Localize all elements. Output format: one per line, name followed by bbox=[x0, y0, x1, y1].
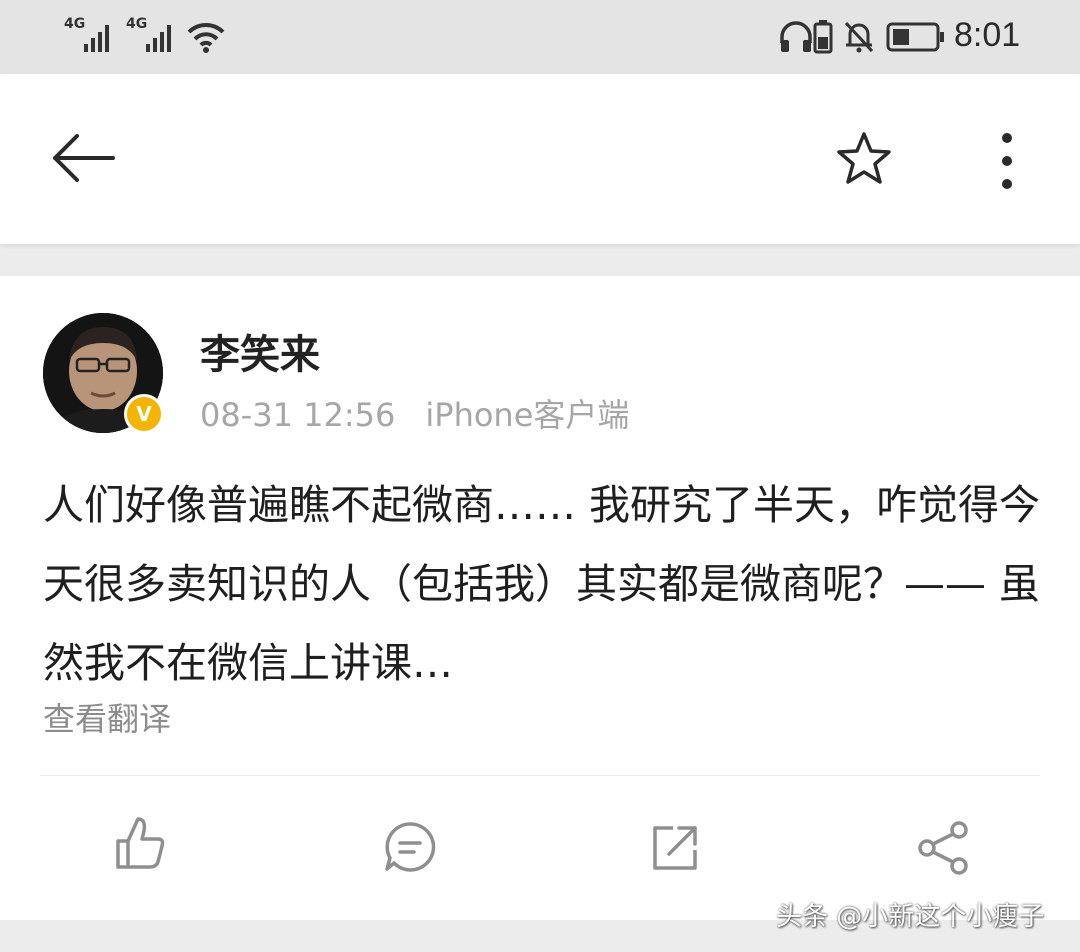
share-icon[interactable] bbox=[916, 820, 972, 876]
divider bbox=[40, 775, 1040, 776]
mute-icon bbox=[844, 21, 874, 53]
post-date: 08-31 12:56 bbox=[200, 396, 396, 434]
author-name[interactable]: 李笑来 bbox=[200, 322, 320, 380]
watermark: 头条 @小新这个小瘦子 bbox=[776, 902, 1045, 932]
post-text[interactable]: 人们好像普遍瞧不起微商…… 我研究了半天，咋觉得今天很多卖知识的人（包括我）其实… bbox=[43, 466, 1043, 703]
headphones-icon bbox=[780, 21, 812, 52]
verified-badge: V bbox=[124, 394, 164, 434]
comment-icon[interactable] bbox=[383, 820, 437, 874]
wifi-icon bbox=[187, 22, 225, 53]
battery-icon bbox=[886, 22, 944, 52]
repost-icon[interactable] bbox=[649, 822, 701, 874]
signal-icon bbox=[84, 25, 109, 52]
sim-battery-icon bbox=[813, 20, 833, 54]
star-outline-icon[interactable] bbox=[835, 131, 893, 187]
arrow-left-icon[interactable] bbox=[51, 133, 117, 183]
post-meta: 08-31 12:56 iPhone客户端 bbox=[200, 390, 629, 436]
top-app-bar bbox=[0, 74, 1080, 244]
more-vertical-icon[interactable] bbox=[1000, 132, 1014, 192]
signal-icon bbox=[146, 25, 171, 52]
thumbs-up-icon[interactable] bbox=[114, 815, 166, 871]
post-source: iPhone客户端 bbox=[425, 396, 630, 434]
status-time: 8:01 bbox=[954, 16, 1021, 54]
status-bar: 4G 4G 8:01 bbox=[0, 0, 1080, 74]
translate-link[interactable]: 查看翻译 bbox=[43, 694, 171, 740]
